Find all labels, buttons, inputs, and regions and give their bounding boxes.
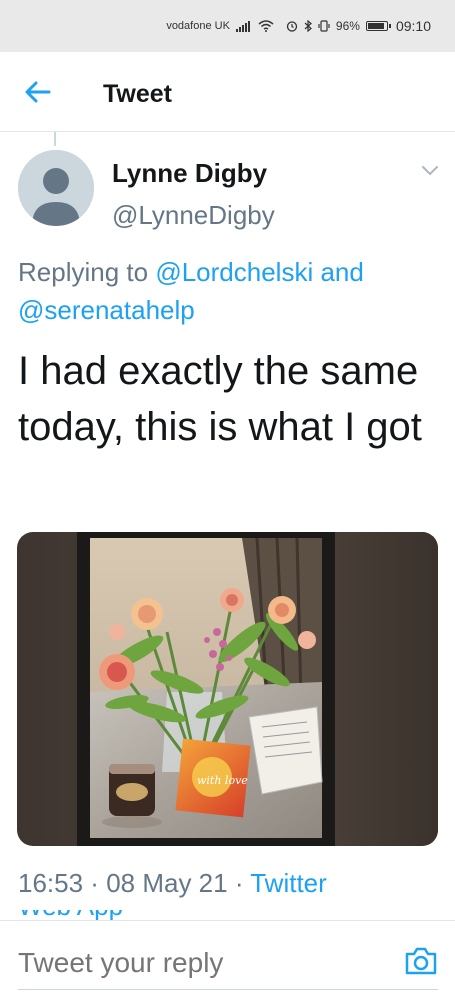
author-handle[interactable]: @LynneDigby bbox=[112, 200, 275, 231]
bluetooth-icon bbox=[304, 20, 312, 32]
signal-icon bbox=[235, 20, 252, 32]
mention-lordchelski[interactable]: @Lordchelski bbox=[155, 257, 313, 287]
camera-icon[interactable] bbox=[404, 946, 438, 976]
replying-to: Replying to @Lordchelski and @serenatahe… bbox=[18, 253, 438, 329]
photo-card-text: with love bbox=[197, 774, 248, 787]
back-arrow-icon[interactable] bbox=[22, 78, 54, 106]
battery-icon bbox=[365, 21, 391, 31]
reply-input[interactable] bbox=[18, 947, 378, 979]
mention-serenatahelp[interactable]: @serenatahelp bbox=[18, 295, 195, 325]
vibrate-icon bbox=[318, 20, 330, 32]
clock-time: 09:10 bbox=[395, 18, 431, 34]
tweet-source-link[interactable]: Twitter bbox=[250, 868, 327, 898]
tweet-photo[interactable]: with love bbox=[17, 532, 438, 846]
chevron-down-icon[interactable] bbox=[420, 164, 440, 178]
reply-input-underline bbox=[18, 989, 438, 990]
status-bar: vodafone UK 96% 09:10 bbox=[0, 0, 455, 52]
carrier-label: vodafone UK bbox=[166, 20, 230, 32]
wifi-icon bbox=[258, 20, 274, 32]
replying-prefix: Replying to bbox=[18, 257, 149, 287]
battery-percent: 96% bbox=[335, 19, 360, 33]
avatar[interactable] bbox=[18, 150, 94, 226]
default-avatar-icon bbox=[18, 150, 94, 226]
alarm-icon bbox=[286, 20, 298, 32]
page-title: Tweet bbox=[103, 80, 172, 108]
thread-connector-line bbox=[54, 132, 56, 146]
tweet-date: 08 May 21 bbox=[106, 868, 228, 898]
tweet-time: 16:53 bbox=[18, 868, 84, 898]
author-display-name[interactable]: Lynne Digby bbox=[112, 158, 267, 189]
reply-bar bbox=[0, 920, 455, 1000]
mention-and[interactable]: and bbox=[320, 257, 363, 287]
tweet-source-overflow: Web App bbox=[18, 910, 138, 920]
tweet-header: Tweet bbox=[0, 52, 455, 132]
tweet-text: I had exactly the same today, this is wh… bbox=[18, 349, 422, 449]
flowers-photo-image: with love bbox=[17, 532, 438, 846]
tweet-metadata: 16:53 · 08 May 21 · Twitter bbox=[18, 868, 327, 898]
battery-level bbox=[367, 23, 385, 29]
